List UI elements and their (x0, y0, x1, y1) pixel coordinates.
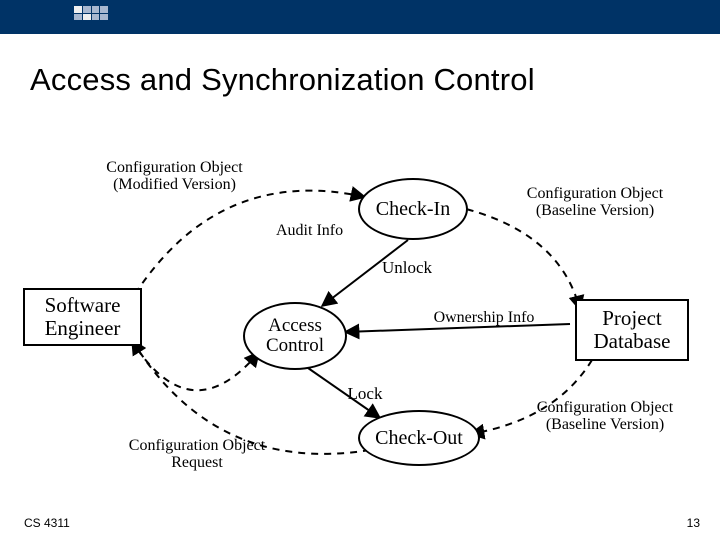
label-conf-obj-baseline-bottom: Configuration Object (Baseline Version) (520, 400, 690, 434)
node-check-out: Check-Out (358, 410, 480, 466)
footer-slide-number: 13 (687, 516, 700, 530)
label-audit-info: Audit Info (276, 223, 366, 240)
label-conf-obj-baseline-top: Configuration Object (Baseline Version) (510, 186, 680, 220)
diagram-arrows (0, 0, 720, 540)
diagram-stage: Software Engineer Project Database Check… (0, 0, 720, 540)
node-access-control: Access Control (243, 302, 347, 370)
label-unlock: Unlock (372, 259, 442, 277)
label-lock: Lock (335, 385, 395, 403)
node-software-engineer: Software Engineer (23, 288, 142, 346)
node-software-engineer-label: Software Engineer (45, 294, 121, 340)
label-conf-obj-request: Configuration Object Request (112, 438, 282, 472)
node-check-out-label: Check-Out (375, 428, 463, 449)
node-access-control-label: Access Control (266, 316, 324, 356)
label-conf-obj-modified: Configuration Object (Modified Version) (92, 160, 257, 194)
footer-course: CS 4311 (24, 516, 70, 530)
node-project-database: Project Database (575, 299, 689, 361)
node-check-in-label: Check-In (376, 199, 450, 220)
label-ownership-info: Ownership Info (414, 310, 554, 327)
node-check-in: Check-In (358, 178, 468, 240)
node-project-database-label: Project Database (594, 307, 671, 353)
